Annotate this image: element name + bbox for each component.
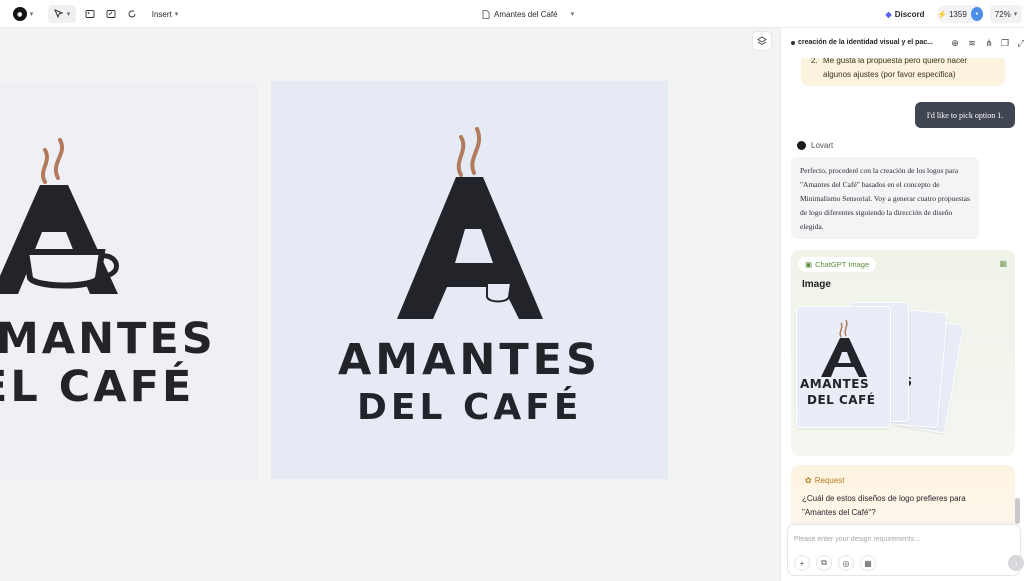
rotate-button[interactable] (121, 5, 143, 23)
top-toolbar: ◉ ▾ ▾ Insert ▾ Amantes del Café ▾ ◆ Disc… (0, 0, 1024, 28)
thumbnail-line2: DEL CAFÉ (807, 393, 876, 407)
share-icon[interactable]: ⋔ (983, 37, 995, 49)
credits-counter[interactable]: ⚡ 1359 ● (937, 5, 983, 23)
image-card-title: Image (802, 279, 831, 290)
collapse-icon[interactable]: ⤢ (1015, 37, 1024, 49)
lightning-icon: ⚡ (937, 9, 947, 19)
credits-value: 1359 (948, 9, 967, 19)
bot-message: Perfecto, procederé con la creación de l… (791, 157, 979, 239)
image-source-label: ChatGPT Image (815, 260, 870, 269)
chevron-down-icon: ▾ (29, 11, 34, 18)
history-icon[interactable]: ≋ (966, 37, 978, 49)
bot-avatar-icon (797, 141, 806, 150)
logo-wordmark-line1: AMANTES (338, 335, 602, 385)
layers-button[interactable] (752, 31, 772, 51)
discord-link[interactable]: ◆ Discord (885, 5, 925, 23)
generate-image-button[interactable] (100, 5, 122, 23)
image-edit-icon (106, 10, 116, 18)
image-icon: ▣ (805, 260, 813, 269)
discord-label: Discord (894, 9, 925, 19)
image-thumbnail-main[interactable]: AMANTES DEL CAFÉ (796, 306, 891, 428)
chat-title[interactable]: creación de la identidad visual y el pac… (798, 39, 933, 46)
artboard-main[interactable]: AMANTES DEL CAFÉ (271, 81, 668, 479)
discord-icon: ◆ (885, 9, 892, 19)
chat-header: creación de la identidad visual y el pac… (781, 28, 1024, 58)
new-chat-icon[interactable]: ⊕ (949, 37, 961, 49)
chevron-down-icon: ▾ (174, 11, 179, 18)
user-message: I'd like to pick option 1. (915, 102, 1015, 128)
coffee-a-logo-mark (0, 138, 119, 294)
bot-name: Lovart (811, 141, 834, 150)
grid-icon[interactable]: ▦ (860, 555, 876, 571)
logo-wordmark-line1: MANTES (0, 314, 216, 364)
chevron-down-icon: ▾ (66, 11, 71, 18)
image-upload-icon (85, 10, 95, 18)
zoom-dropdown[interactable]: 72% ▾ (990, 5, 1022, 23)
status-dot-icon (791, 41, 795, 45)
bot-header: Lovart (797, 141, 833, 150)
globe-icon[interactable]: ◎ (838, 555, 854, 571)
chat-messages[interactable]: 2. Me gusta la propuesta pero quiero hac… (781, 58, 1024, 526)
cursor-icon (53, 9, 64, 19)
chat-panel: creación de la identidad visual y el pac… (780, 28, 1024, 581)
option-index: 2. (811, 58, 818, 65)
grid-icon[interactable]: ▦ (999, 259, 1007, 268)
thumbnail-line1: AMANTES (800, 377, 870, 391)
request-question: ¿Cuál de estos diseños de logo prefieres… (802, 494, 966, 517)
design-requirements-input[interactable] (794, 533, 1014, 545)
request-icon: ✿ (805, 475, 812, 485)
upload-image-button[interactable] (79, 5, 101, 23)
layers-icon (757, 36, 767, 46)
add-icon[interactable]: + (794, 555, 810, 571)
copy-icon[interactable]: ❐ (999, 37, 1011, 49)
chevron-down-icon: ▾ (1013, 11, 1018, 18)
zoom-value: 72% (994, 9, 1011, 19)
design-canvas[interactable]: MANTES EL CAFÉ AMANTES DEL CAFÉ (0, 28, 780, 581)
app-menu-button[interactable]: ◉ ▾ (8, 5, 38, 23)
refresh-icon (128, 10, 136, 18)
artboard-left[interactable]: MANTES EL CAFÉ (0, 82, 258, 480)
image-source-badge: ▣ ChatGPT Image (798, 257, 877, 272)
insert-menu[interactable]: Insert ▾ (148, 5, 182, 23)
send-button[interactable]: ↑ (1008, 555, 1024, 571)
request-label: Request (814, 475, 845, 485)
logo-wordmark-line2: EL CAFÉ (0, 362, 195, 412)
logo-wordmark-line2: DEL CAFÉ (357, 387, 583, 428)
request-card: ✿ Request ¿Cuál de estos diseños de logo… (791, 465, 1015, 526)
coffee-a-logo-mark (821, 319, 867, 377)
chat-scrollbar[interactable] (1015, 498, 1020, 524)
image-result-card[interactable]: ▣ ChatGPT Image ▦ Image ÉS AMANTES DEL C… (791, 250, 1015, 456)
option-text: Me gusta la propuesta pero quiero hacer … (823, 58, 968, 79)
user-avatar[interactable]: ● (970, 7, 983, 21)
attach-icon[interactable]: ⧉ (816, 555, 832, 571)
request-badge: ✿ Request (798, 473, 852, 487)
select-tool-button[interactable]: ▾ (48, 5, 76, 23)
document-menu-chevron[interactable]: ▾ (566, 5, 576, 23)
option-card: 2. Me gusta la propuesta pero quiero hac… (801, 58, 1005, 86)
insert-label: Insert (151, 9, 172, 19)
document-title-text: Amantes del Café (494, 9, 558, 19)
document-icon (482, 9, 490, 19)
chat-input-box: + ⧉ ◎ ▦ ↑ (787, 524, 1024, 576)
chevron-down-icon: ▾ (570, 11, 575, 18)
app-logo-icon: ◉ (12, 7, 27, 21)
